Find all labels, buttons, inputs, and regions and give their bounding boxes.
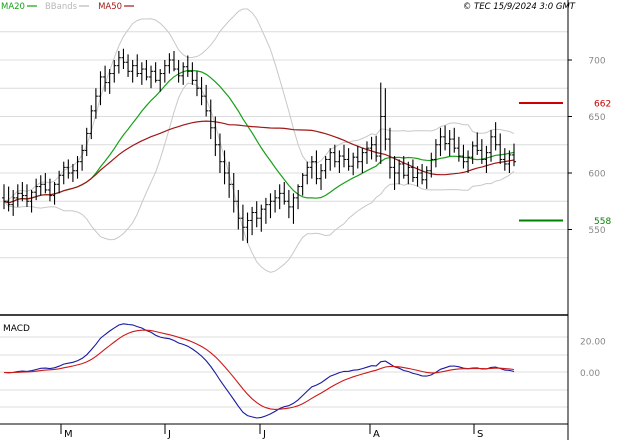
copyright-text: © TEC 15/9/2024 3:0 GMT — [463, 2, 576, 12]
x-tick-label: J — [262, 429, 266, 440]
x-tick-label: A — [373, 429, 380, 440]
x-tick-label: S — [477, 429, 483, 440]
y-tick-label: 650 — [588, 113, 605, 123]
x-tick-label: J — [167, 429, 171, 440]
x-tick-label: M — [64, 429, 73, 440]
legend-label: BBands — [45, 2, 78, 12]
macd-tick-label: 20.00 — [580, 337, 606, 347]
y-tick-label: 700 — [588, 57, 605, 67]
resistance-label: 662 — [594, 99, 611, 109]
legend-label: MA50 — [98, 2, 122, 12]
y-tick-label: 550 — [588, 226, 605, 236]
chart-canvas: 662558 5506006507000.0020.00M J J A S MA20 BB… — [0, 0, 627, 440]
y-tick-label: 600 — [588, 170, 605, 180]
chart-root: 662 558 550 600 650 700 0.00 20.00 M J J A S MA20 BB… — [0, 0, 627, 440]
macd-title: MACD — [3, 324, 30, 334]
legend: MA20 BBands MA50 — [1, 2, 135, 12]
macd-tick-label: 0.00 — [580, 369, 600, 379]
legend-label: MA20 — [1, 2, 25, 12]
